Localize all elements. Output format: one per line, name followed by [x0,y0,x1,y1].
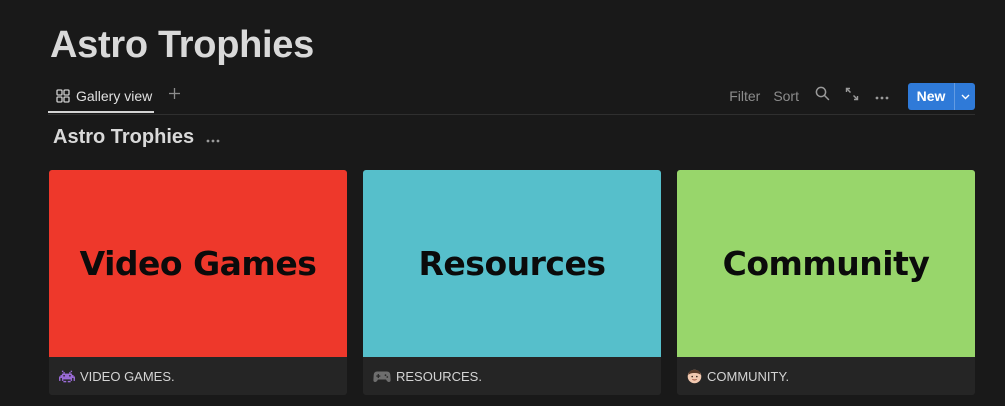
add-view-button[interactable] [164,84,184,108]
new-button[interactable]: New [908,83,954,110]
database-title-row: Astro Trophies [53,126,220,149]
expand-button[interactable] [842,86,862,106]
card-title: COMMUNITY. [707,368,790,384]
more-horizontal-icon [206,126,220,149]
expand-arrows-icon [845,87,859,106]
database-more-button[interactable] [206,128,220,148]
space-invader-icon [59,370,75,383]
card-cover-text: Video Games [79,244,317,283]
view-bar: Gallery view Filter Sort New [48,80,975,115]
more-horizontal-icon [875,87,889,105]
game-controller-icon [373,370,391,383]
filter-button[interactable]: Filter [729,88,760,104]
plus-icon [168,87,181,105]
tab-label: Gallery view [76,87,153,104]
gallery-grid-icon [56,88,70,103]
person-face-icon [687,369,702,384]
tab-gallery-view[interactable]: Gallery view [48,80,154,113]
sort-button[interactable]: Sort [773,88,799,104]
card-footer: RESOURCES. [363,357,661,395]
gallery-cards: Video Games VIDEO GAMES. Resources RESOU… [49,170,975,395]
gallery-card-community[interactable]: Community COMMUNITY. [677,170,975,395]
card-title: RESOURCES. [396,368,482,384]
chevron-down-icon [961,87,970,105]
card-cover: Video Games [49,170,347,357]
search-button[interactable] [812,86,832,106]
card-cover-text: Community [722,244,930,283]
card-footer: VIDEO GAMES. [49,357,347,395]
view-toolbar: Filter Sort New [729,82,975,110]
page-title: Astro Trophies [50,24,314,66]
gallery-card-resources[interactable]: Resources RESOURCES. [363,170,661,395]
card-title: VIDEO GAMES. [80,368,175,384]
new-button-group: New [908,82,975,110]
database-title[interactable]: Astro Trophies [53,126,194,149]
gallery-card-video-games[interactable]: Video Games VIDEO GAMES. [49,170,347,395]
card-cover-text: Resources [418,244,606,283]
more-options-button[interactable] [872,86,892,106]
card-footer: COMMUNITY. [677,357,975,395]
search-icon [815,86,830,106]
new-dropdown-button[interactable] [954,82,975,110]
card-cover: Resources [363,170,661,357]
card-cover: Community [677,170,975,357]
